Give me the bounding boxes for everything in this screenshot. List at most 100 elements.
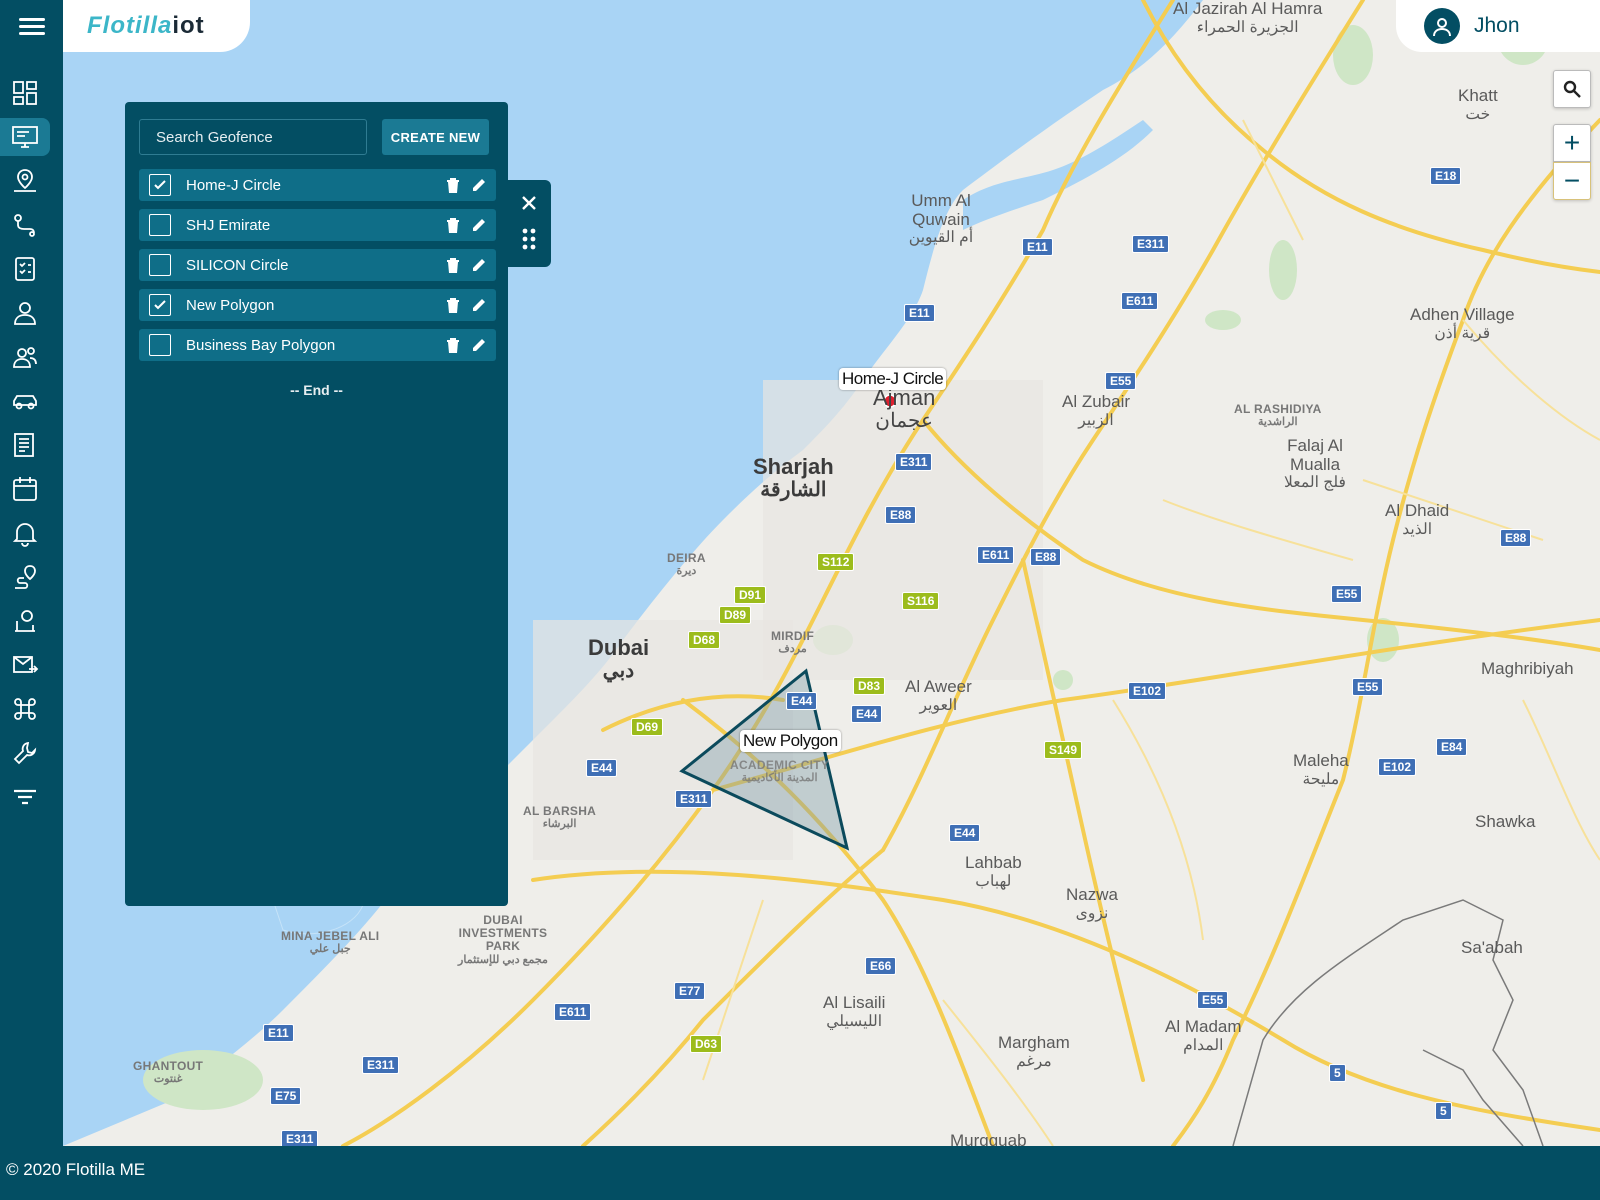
delete-icon[interactable] bbox=[444, 336, 462, 354]
road-shield: S112 bbox=[817, 553, 855, 571]
circle-geofence-label[interactable]: Home-J Circle bbox=[839, 368, 947, 390]
mail-forward-icon bbox=[13, 656, 39, 673]
delete-icon[interactable] bbox=[444, 256, 462, 274]
road-shield: E11 bbox=[904, 304, 935, 322]
road-shield: E44 bbox=[851, 705, 883, 723]
search-geofence-input[interactable] bbox=[139, 119, 367, 155]
close-icon bbox=[522, 196, 536, 210]
dashboard-icon bbox=[13, 81, 37, 105]
place-label: Maghribiyah bbox=[1481, 659, 1574, 678]
geofence-list-item[interactable]: New Polygon bbox=[139, 289, 496, 321]
sidebar-item-drivers[interactable] bbox=[0, 294, 50, 332]
place-label: Ajman عجمان bbox=[873, 385, 936, 433]
road-shield: E611 bbox=[977, 546, 1015, 564]
zoom-out-button[interactable]: − bbox=[1553, 162, 1591, 200]
geofence-checkbox[interactable] bbox=[149, 294, 171, 316]
place-label: AL BARSHA البرشاء bbox=[523, 804, 597, 831]
polygon-geofence-label[interactable]: New Polygon bbox=[740, 730, 841, 752]
geofence-name: SILICON Circle bbox=[186, 256, 289, 274]
wrench-icon bbox=[13, 741, 37, 765]
road-shield: E88 bbox=[1500, 529, 1532, 547]
place-label: Al Aweer العوير bbox=[905, 677, 972, 714]
road-shield: E75 bbox=[270, 1087, 302, 1105]
sidebar-item-calendar[interactable] bbox=[0, 470, 50, 508]
edit-icon[interactable] bbox=[470, 216, 488, 234]
trip-icon bbox=[15, 565, 36, 589]
sidebar-item-messages[interactable] bbox=[0, 646, 50, 684]
delete-icon[interactable] bbox=[444, 216, 462, 234]
report-icon bbox=[14, 433, 34, 457]
road-shield: E44 bbox=[786, 692, 818, 710]
map-pin-icon bbox=[14, 169, 36, 192]
geofence-checkbox[interactable] bbox=[149, 214, 171, 236]
place-label: Sharjah الشارقة bbox=[753, 454, 834, 502]
geofence-list-item[interactable]: Home-J Circle bbox=[139, 169, 496, 201]
road-shield: E611 bbox=[1121, 292, 1159, 310]
sidebar-item-routes[interactable] bbox=[0, 206, 50, 244]
road-shield: D69 bbox=[631, 718, 664, 736]
create-new-button[interactable]: CREATE NEW bbox=[382, 119, 489, 155]
place-label: AL RASHIDIYA الراشدية bbox=[1234, 402, 1322, 429]
road-shield: E55 bbox=[1352, 678, 1384, 696]
sidebar-item-trips[interactable] bbox=[0, 558, 50, 596]
geofence-checkbox[interactable] bbox=[149, 334, 171, 356]
logo: Flotilla iot bbox=[63, 0, 250, 52]
geofence-name: SHJ Emirate bbox=[186, 216, 271, 234]
road-shield: E311 bbox=[1132, 235, 1170, 253]
place-label: Falaj Al Mualla فلج المعلا bbox=[1283, 436, 1347, 492]
list-end-label: -- End -- bbox=[290, 382, 343, 398]
place-label: Margham مرغم bbox=[998, 1033, 1070, 1070]
road-shield: E84 bbox=[1436, 738, 1468, 756]
road-shield: E11 bbox=[263, 1024, 294, 1042]
geofence-list-item[interactable]: SHJ Emirate bbox=[139, 209, 496, 241]
road-shield: E44 bbox=[949, 824, 981, 842]
sidebar-item-filters[interactable] bbox=[0, 778, 50, 816]
sidebar-item-support[interactable] bbox=[0, 602, 50, 640]
edit-icon[interactable] bbox=[470, 296, 488, 314]
road-shield: E311 bbox=[675, 790, 713, 808]
place-label: Al Dhaid الذيد bbox=[1385, 501, 1450, 538]
checklist-icon bbox=[15, 257, 35, 281]
geofence-checkbox[interactable] bbox=[149, 174, 171, 196]
geofence-name: Home-J Circle bbox=[186, 176, 282, 194]
road-shield: D63 bbox=[690, 1035, 723, 1053]
sidebar-item-tasks[interactable] bbox=[0, 250, 50, 288]
edit-icon[interactable] bbox=[470, 256, 488, 274]
sidebar-item-geofence[interactable] bbox=[0, 162, 50, 200]
map-search-button[interactable] bbox=[1553, 70, 1591, 108]
users-icon bbox=[13, 347, 37, 368]
place-label: Al Jazirah Al Hamra الجزيرة الحمراء bbox=[1173, 0, 1323, 36]
road-shield: S116 bbox=[902, 592, 940, 610]
sidebar-item-users[interactable] bbox=[0, 338, 50, 376]
sidebar-item-alerts[interactable] bbox=[0, 514, 50, 552]
road-shield: E102 bbox=[1378, 758, 1417, 776]
sidebar-item-reports[interactable] bbox=[0, 426, 50, 464]
close-panel-button[interactable] bbox=[518, 192, 540, 219]
sidebar-item-vehicles[interactable] bbox=[0, 382, 50, 420]
edit-icon[interactable] bbox=[470, 336, 488, 354]
delete-icon[interactable] bbox=[444, 176, 462, 194]
drag-handle[interactable] bbox=[522, 228, 536, 255]
road-shield: E311 bbox=[362, 1056, 400, 1074]
road-shield: E11 bbox=[1022, 238, 1053, 256]
road-shield: E311 bbox=[281, 1130, 319, 1146]
sidebar-item-dashboard[interactable] bbox=[0, 74, 50, 112]
place-label: GHANTOUT غنتوت bbox=[133, 1059, 204, 1086]
route-icon bbox=[14, 214, 35, 237]
search-icon bbox=[1563, 80, 1581, 98]
menu-toggle-button[interactable] bbox=[0, 0, 63, 52]
zoom-in-button[interactable]: + bbox=[1553, 124, 1591, 162]
road-shield: E88 bbox=[885, 506, 917, 524]
edit-icon[interactable] bbox=[470, 176, 488, 194]
user-menu[interactable]: Jhon bbox=[1396, 0, 1600, 52]
geofence-checkbox[interactable] bbox=[149, 254, 171, 276]
geofence-list-item[interactable]: Business Bay Polygon bbox=[139, 329, 496, 361]
geofence-name: Business Bay Polygon bbox=[186, 336, 336, 354]
sidebar-item-live-tracking[interactable] bbox=[0, 118, 50, 156]
delete-icon[interactable] bbox=[444, 296, 462, 314]
geofence-list-item[interactable]: SILICON Circle bbox=[139, 249, 496, 281]
sidebar-item-commands[interactable] bbox=[0, 690, 50, 728]
place-label: Al Lisaili الليسيلي bbox=[823, 993, 886, 1030]
sidebar-item-maintenance[interactable] bbox=[0, 734, 50, 772]
road-shield: D91 bbox=[734, 586, 767, 604]
